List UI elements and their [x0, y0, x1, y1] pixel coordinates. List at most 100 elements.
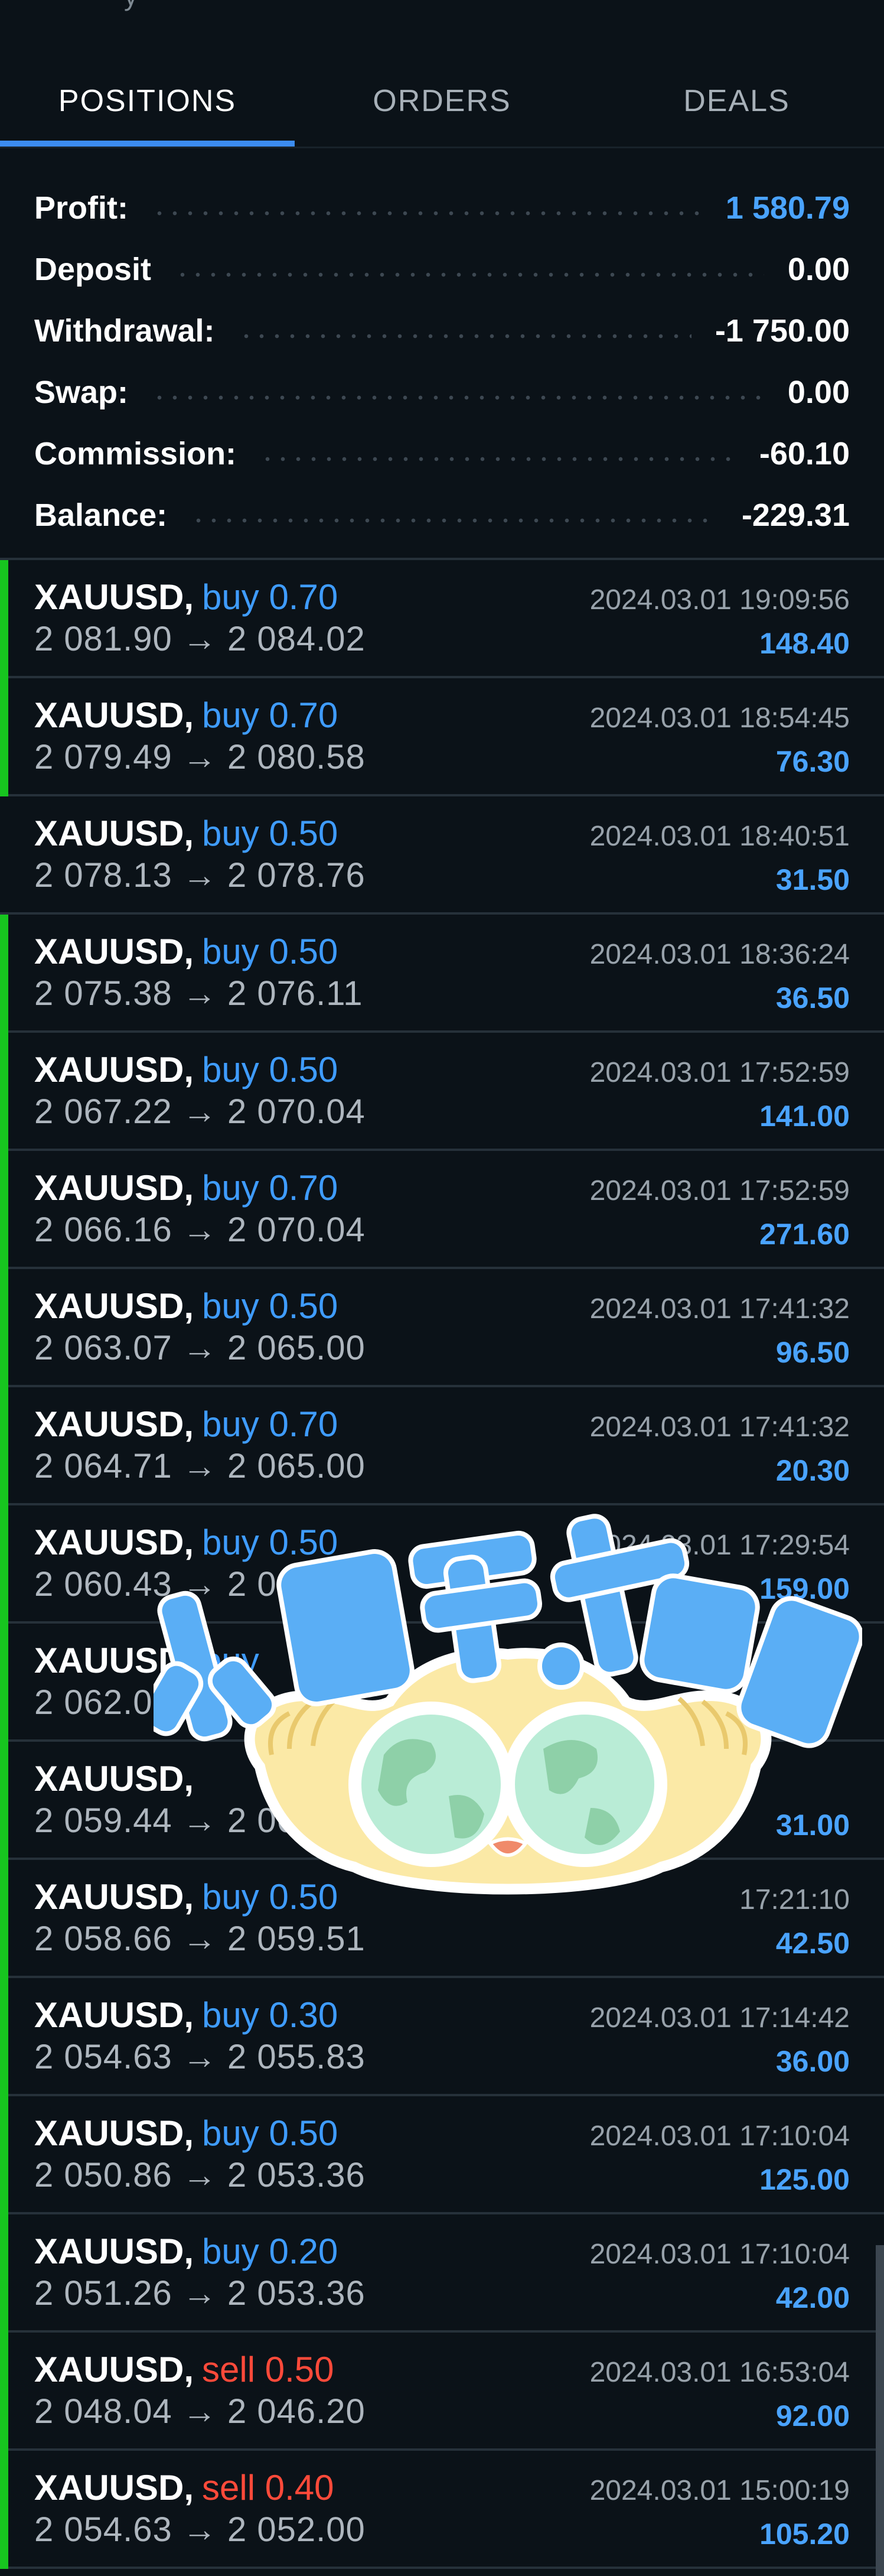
scrollbar[interactable]	[876, 2245, 884, 2576]
position-time: 2024.03.01 17:10:04	[589, 2120, 850, 2152]
position-row[interactable]: XAUUSD, buy 2 062.09	[0, 1624, 884, 1742]
position-symbol: XAUUSD,	[34, 2468, 194, 2507]
swap-label: Swap:	[34, 375, 129, 410]
position-row[interactable]: XAUUSD, sell 0.40 2 054.63 → 2 052.00 2024.…	[0, 2451, 884, 2569]
position-prices: 2 058.66 → 2 059.51	[34, 1920, 366, 1958]
position-prices: 2 067.22 → 2 070.04	[34, 1092, 366, 1131]
summary-row-profit: Profit: 1 580.79	[0, 177, 884, 239]
balance-label: Balance:	[34, 497, 168, 533]
position-profit: 148.40	[759, 627, 850, 660]
position-time: 2024.03.01 17:29:54	[589, 1530, 850, 1561]
position-side-volume: buy 0.20	[202, 2232, 338, 2271]
profit-label: Profit:	[34, 190, 128, 226]
summary-row-swap: Swap: 0.00	[0, 362, 884, 423]
summary-row-balance: Balance: -229.31	[0, 484, 884, 546]
position-row[interactable]: XAUUSD, buy 0.70 2 064.71 → 2 065.00 2024.0…	[0, 1387, 884, 1505]
position-row[interactable]: XAUUSD, 2 059.44 → 2 06 31.00	[0, 1742, 884, 1860]
position-symbol: XAUUSD,	[34, 1523, 194, 1562]
position-row[interactable]: XAUUSD, buy 0.50 2 075.38 → 2 076.11 2024.0…	[0, 915, 884, 1033]
position-side-volume: buy 0.50	[202, 1050, 338, 1089]
position-time: 2024.03.01 17:52:59	[589, 1175, 850, 1206]
commission-value: -60.10	[759, 436, 850, 471]
position-side-volume: buy 0.70	[202, 695, 338, 735]
position-side-volume: buy 0.50	[202, 1523, 338, 1562]
position-time: 2024.03.01 17:14:42	[589, 2002, 850, 2034]
header-remnant: y	[124, 0, 138, 12]
position-row[interactable]: XAUUSD, buy 0.50 2 060.43 → 2 063 2024.03.0…	[0, 1505, 884, 1624]
position-indicator-bar	[0, 2333, 8, 2451]
position-side-volume: buy 0.50	[202, 1877, 338, 1917]
tab-deals[interactable]: DEALS	[589, 53, 884, 149]
position-prices: 2 051.26 → 2 053.36	[34, 2274, 366, 2312]
position-row[interactable]: XAUUSD, buy 0.20 2 051.26 → 2 053.36 2024.0…	[0, 2214, 884, 2333]
position-prices: 2 075.38 → 2 076.11	[34, 974, 363, 1013]
position-symbol-line: XAUUSD, buy 0.50	[34, 1049, 338, 1090]
position-row[interactable]: XAUUSD, buy 0.50 2 050.86 → 2 053.36 2024.0…	[0, 2096, 884, 2214]
commission-label: Commission:	[34, 436, 237, 471]
position-symbol: XAUUSD,	[34, 2350, 194, 2389]
position-symbol: XAUUSD,	[34, 1641, 194, 1680]
position-symbol-line: XAUUSD, buy 0.70	[34, 577, 338, 617]
active-tab-indicator	[0, 141, 295, 147]
position-symbol: XAUUSD,	[34, 1759, 194, 1798]
position-time: 2024.03.01 17:52:59	[589, 1057, 850, 1088]
profit-value: 1 580.79	[725, 190, 850, 226]
position-row[interactable]: XAUUSD, buy 0.50 2 063.07 → 2 065.00 2024.0…	[0, 1269, 884, 1387]
withdrawal-value: -1 750.00	[715, 313, 850, 349]
position-prices: 2 066.16 → 2 070.04	[34, 1211, 366, 1249]
position-indicator-bar	[0, 560, 8, 678]
position-symbol-line: XAUUSD, buy 0.50	[34, 1522, 338, 1563]
balance-value: -229.31	[741, 497, 850, 533]
position-row[interactable]: XAUUSD, buy 0.50 2 058.66 → 2 059.51 17:21:…	[0, 1860, 884, 1978]
position-indicator-bar	[0, 1269, 8, 1387]
position-side-volume: buy 0.50	[202, 814, 338, 853]
deposit-value: 0.00	[787, 252, 850, 287]
position-profit: 36.50	[775, 981, 850, 1014]
tab-positions[interactable]: POSITIONS	[0, 53, 295, 149]
position-row[interactable]: XAUUSD, sell 0.50 2 048.04 → 2 046.20 2024.…	[0, 2333, 884, 2451]
position-indicator-bar	[0, 1978, 8, 2096]
position-side-volume: buy 0.50	[202, 1286, 338, 1326]
position-row[interactable]: XAUUSD, buy 0.30 2 054.63 → 2 055.83 2024.0…	[0, 1978, 884, 2096]
position-prices: 2 062.09	[34, 1683, 172, 1722]
position-symbol-line: XAUUSD, buy 0.70	[34, 695, 338, 736]
position-row[interactable]: XAUUSD, buy 0.50 2 067.22 → 2 070.04 2024.0…	[0, 1033, 884, 1151]
position-time: 2024.03.01 18:36:24	[589, 939, 850, 970]
tab-bar: POSITIONS ORDERS DEALS	[0, 53, 884, 149]
position-indicator-bar	[0, 1151, 8, 1269]
position-side-volume: sell 0.40	[202, 2468, 334, 2507]
position-time: 2024.03.01 17:41:32	[589, 1293, 850, 1325]
position-prices: 2 060.43 → 2 063	[34, 1565, 317, 1604]
position-prices: 2 050.86 → 2 053.36	[34, 2156, 366, 2194]
position-row[interactable]: XAUUSD, buy 0.50 2 078.13 → 2 078.76 2024.0…	[0, 796, 884, 915]
position-indicator-bar	[0, 1505, 8, 1624]
tabs-divider	[0, 147, 884, 148]
position-indicator-bar	[0, 1860, 8, 1978]
position-symbol: XAUUSD,	[34, 932, 194, 971]
position-symbol: XAUUSD,	[34, 695, 194, 735]
withdrawal-label: Withdrawal:	[34, 313, 215, 349]
position-time: 2024.03.01 17:10:04	[589, 2239, 850, 2270]
position-symbol: XAUUSD,	[34, 1168, 194, 1208]
summary-row-withdrawal: Withdrawal: -1 750.00	[0, 300, 884, 362]
position-indicator-bar	[0, 678, 8, 796]
summary-row-commission: Commission: -60.10	[0, 423, 884, 484]
account-summary: Profit: 1 580.79 Deposit 0.00 Withdrawal…	[0, 177, 884, 546]
dotted-leader	[152, 395, 764, 400]
position-row[interactable]: XAUUSD, buy 0.70 2 079.49 → 2 080.58 2024.0…	[0, 678, 884, 796]
tab-orders[interactable]: ORDERS	[295, 53, 589, 149]
position-prices: 2 081.90 → 2 084.02	[34, 620, 366, 658]
position-symbol-line: XAUUSD, buy	[34, 1640, 259, 1681]
position-side-volume: buy 0.70	[202, 1168, 338, 1208]
position-symbol: XAUUSD,	[34, 577, 194, 617]
position-indicator-bar	[0, 915, 8, 1033]
dotted-leader	[175, 272, 764, 277]
position-row[interactable]: XAUUSD, buy 0.70 2 066.16 → 2 070.04 2024.0…	[0, 1151, 884, 1269]
position-profit: 20.30	[775, 1454, 850, 1487]
swap-value: 0.00	[787, 375, 850, 410]
dotted-leader	[151, 211, 702, 216]
position-prices: 2 063.07 → 2 065.00	[34, 1329, 366, 1367]
position-indicator-bar	[0, 1742, 8, 1860]
position-symbol-line: XAUUSD, buy 0.70	[34, 1404, 338, 1445]
position-row[interactable]: XAUUSD, buy 0.70 2 081.90 → 2 084.02 2024.0…	[0, 560, 884, 678]
